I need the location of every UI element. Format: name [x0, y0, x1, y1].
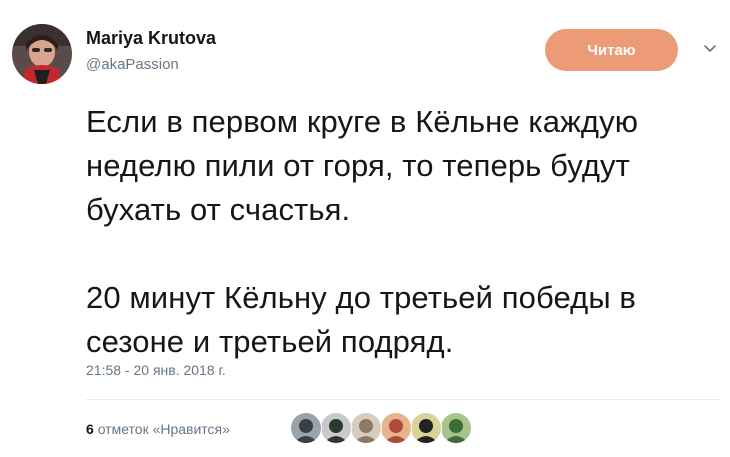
author-display-name[interactable]: Mariya Krutova: [86, 28, 216, 49]
likes-stat[interactable]: 6 отметок «Нравится»: [86, 421, 230, 437]
likes-label: отметок «Нравится»: [97, 421, 230, 437]
liker-avatar-2[interactable]: [320, 412, 352, 444]
author-handle[interactable]: @akaPassion: [86, 56, 179, 73]
divider: [86, 399, 720, 400]
tweet-text: Если в первом круге в Кёльне каждую неде…: [86, 100, 716, 364]
liker-avatar-6[interactable]: [440, 412, 472, 444]
liker-avatar-4[interactable]: [380, 412, 412, 444]
chevron-down-icon[interactable]: [702, 40, 718, 56]
following-button[interactable]: Читаю: [545, 29, 678, 71]
author-avatar[interactable]: [12, 24, 72, 84]
liker-avatar-3[interactable]: [350, 412, 382, 444]
tweet-timestamp[interactable]: 21:58 - 20 янв. 2018 г.: [86, 362, 226, 378]
tweet-paragraph-2: 20 минут Кёльну до третьей победы в сезо…: [86, 280, 636, 359]
liker-avatar-5[interactable]: [410, 412, 442, 444]
liker-avatar-1[interactable]: [290, 412, 322, 444]
tweet-paragraph-1: Если в первом круге в Кёльне каждую неде…: [86, 104, 639, 227]
author-avatar-image: [12, 24, 72, 84]
likes-count: 6: [86, 421, 94, 437]
